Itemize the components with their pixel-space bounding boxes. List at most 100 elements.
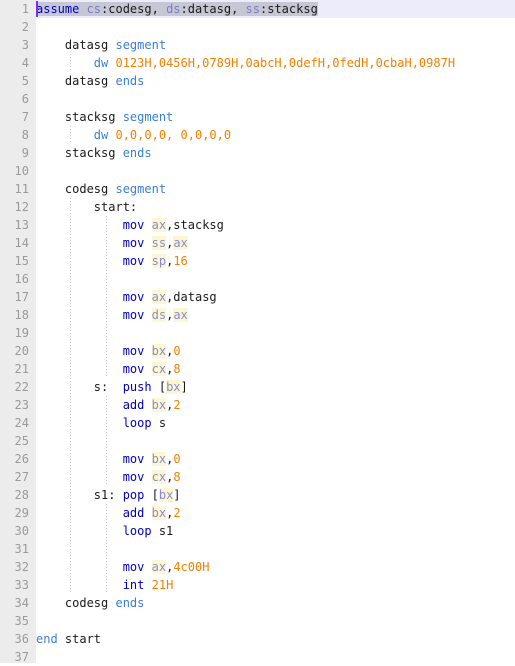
line-number: 18 (14, 308, 29, 322)
code-token-reg: ax (151, 218, 167, 232)
code-line[interactable] (36, 540, 515, 558)
code-token-kw: mov (122, 236, 145, 250)
code-token-reg: ds (151, 308, 167, 322)
code-line[interactable]: mov ax,datasg (36, 288, 515, 306)
line-number: 3 (21, 38, 29, 52)
code-line[interactable]: codesg segment (36, 180, 515, 198)
code-line[interactable]: loop s1 (36, 522, 515, 540)
code-line[interactable]: stacksg segment (36, 108, 515, 126)
code-line[interactable] (36, 18, 515, 36)
line-number: 13 (14, 218, 29, 232)
code-token-num: 16 (173, 254, 188, 268)
code-token-plain: s1 (151, 524, 174, 538)
code-token-reg: bx (151, 344, 167, 358)
code-line[interactable]: mov ax,4c00H (36, 558, 515, 576)
code-token-reg: cs (86, 2, 102, 16)
code-line[interactable]: mov bx,0 (36, 450, 515, 468)
code-line[interactable] (36, 90, 515, 108)
code-line-text: assume cs:codesg, ds:datasg, ss:stacksg (36, 2, 318, 16)
code-token-dir: segment (115, 182, 167, 196)
code-line[interactable]: int 21H (36, 576, 515, 594)
code-line[interactable]: start: (36, 198, 515, 216)
code-line-text: end start (36, 632, 101, 646)
code-token-plain: codesg (36, 182, 116, 196)
code-line[interactable]: codesg ends (36, 594, 515, 612)
text-caret (36, 1, 38, 17)
code-token-reg: bx (151, 506, 167, 520)
code-line[interactable]: mov cx,8 (36, 360, 515, 378)
code-line[interactable]: stacksg ends (36, 144, 515, 162)
code-line[interactable]: s: push [bx] (36, 378, 515, 396)
code-line[interactable] (36, 324, 515, 342)
code-line[interactable]: datasg segment (36, 36, 515, 54)
code-token-reg: bx (158, 488, 174, 502)
code-line[interactable]: add bx,2 (36, 396, 515, 414)
code-line[interactable] (36, 432, 515, 450)
code-token-plain: codesg (36, 596, 116, 610)
line-number: 22 (14, 380, 29, 394)
code-line-text: s: push [bx] (36, 380, 188, 394)
code-token-num: 2 (173, 398, 181, 412)
code-line[interactable]: loop s (36, 414, 515, 432)
code-token-reg: ss (245, 2, 260, 16)
code-token-dir: end (36, 632, 58, 646)
code-line[interactable]: add bx,2 (36, 504, 515, 522)
code-line-text: mov bx,0 (36, 452, 181, 466)
code-line[interactable]: mov bx,0 (36, 342, 515, 360)
indent-guide (106, 432, 107, 450)
code-line[interactable] (36, 270, 515, 288)
code-line-text: mov ax,4c00H (36, 560, 209, 574)
code-line[interactable]: s1: pop [bx] (36, 486, 515, 504)
code-line[interactable] (36, 648, 515, 666)
code-line-text: add bx,2 (36, 506, 181, 520)
code-editor[interactable]: 1 2 3 4 5 6 7 8 9 10 11 12 13 14 15 16 17 18 19 20 21 22 23 24 2… (0, 0, 515, 664)
code-token-reg: bx (151, 452, 167, 466)
code-line[interactable] (36, 612, 515, 630)
code-line-text: codesg ends (36, 596, 145, 610)
code-token-reg: ax (173, 236, 188, 250)
code-token-kw: loop (122, 524, 152, 538)
code-line[interactable]: datasg ends (36, 72, 515, 90)
line-number: 28 (14, 488, 29, 502)
line-number: 20 (14, 344, 29, 358)
code-line-text: start: (36, 200, 137, 214)
line-number: 6 (21, 92, 29, 106)
code-line[interactable]: mov ds,ax (36, 306, 515, 324)
code-line[interactable]: assume cs:codesg, ds:datasg, ss:stacksg (36, 0, 515, 18)
code-line-text: dw 0123H,0456H,0789H,0abcH,0defH,0fedH,0… (36, 56, 455, 70)
code-content-area[interactable]: assume cs:codesg, ds:datasg, ss:stacksg … (36, 0, 515, 663)
code-line[interactable]: dw 0,0,0,0, 0,0,0,0 (36, 126, 515, 144)
code-line[interactable]: mov cx,8 (36, 468, 515, 486)
code-line[interactable] (36, 162, 515, 180)
code-token-plain: ,stacksg (166, 218, 224, 232)
code-line[interactable]: dw 0123H,0456H,0789H,0abcH,0defH,0fedH,0… (36, 54, 515, 72)
code-token-kw: add (122, 398, 145, 412)
line-number-gutter[interactable]: 1 2 3 4 5 6 7 8 9 10 11 12 13 14 15 16 17 18 19 20 21 22 23 24 2… (0, 0, 36, 664)
code-line-text: codesg segment (36, 182, 166, 196)
selected-text[interactable]: assume cs:codesg, ds:datasg, ss:stacksg (36, 2, 318, 16)
indent-guide (106, 540, 107, 558)
line-number: 17 (14, 290, 29, 304)
code-token-plain: datasg (36, 38, 116, 52)
code-line[interactable]: end start (36, 630, 515, 648)
code-line[interactable]: mov ax,stacksg (36, 216, 515, 234)
code-line[interactable]: mov sp,16 (36, 252, 515, 270)
code-token-kw: push (122, 380, 152, 394)
code-line[interactable]: mov ss,ax (36, 234, 515, 252)
code-token-plain: stacksg (36, 110, 123, 124)
line-number: 35 (14, 614, 29, 628)
